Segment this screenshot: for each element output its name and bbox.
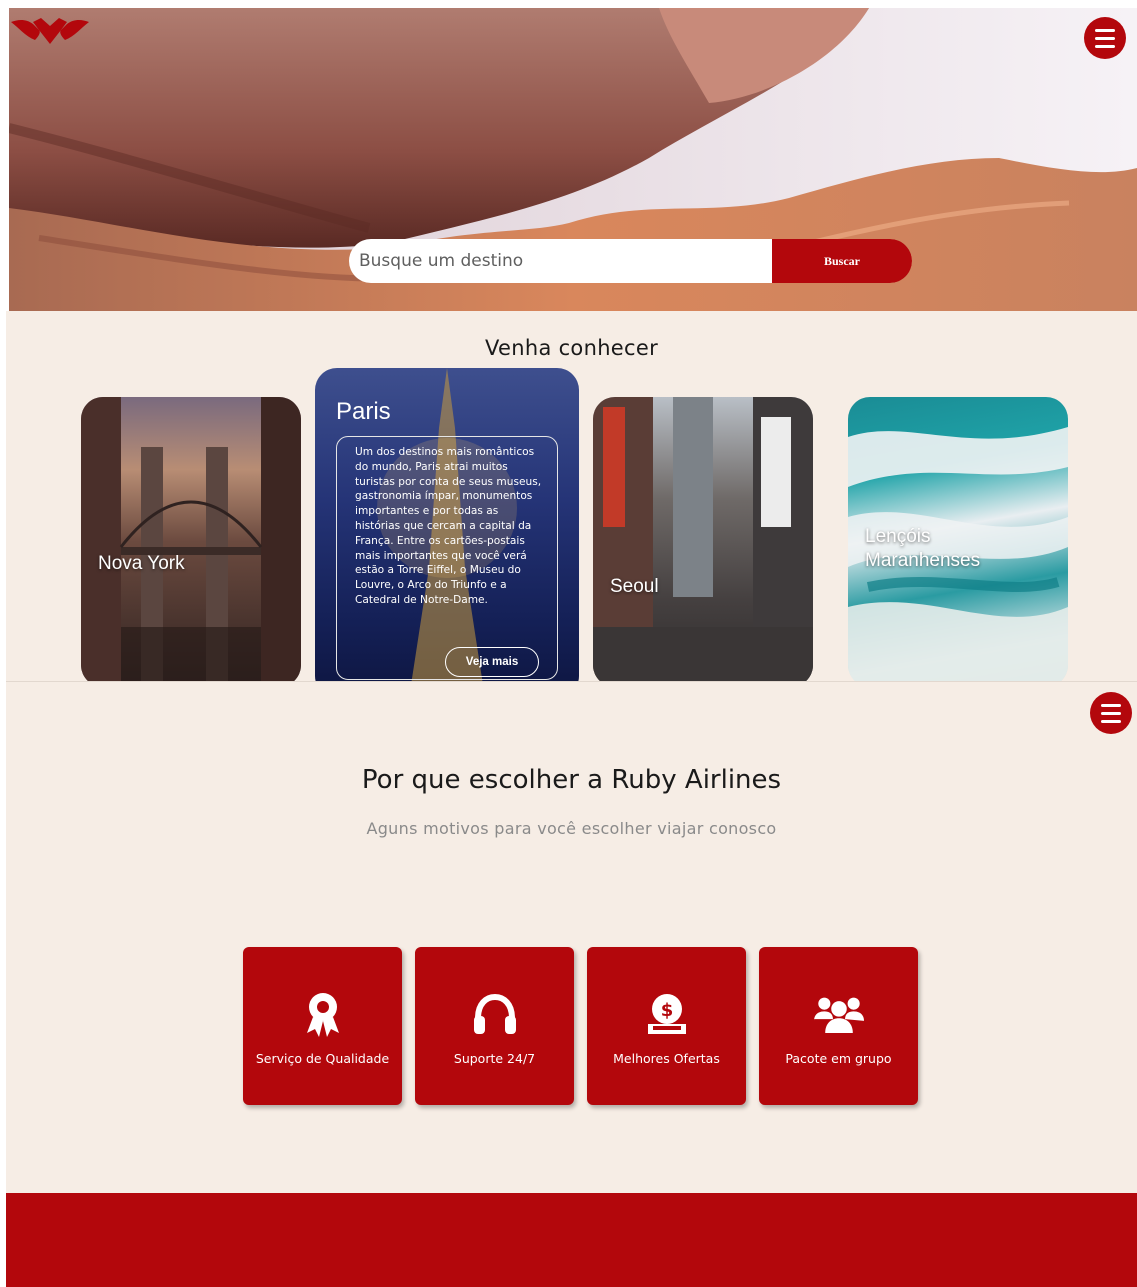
why-subtitle: Aguns motivos para você escolher viajar … bbox=[366, 819, 777, 838]
group-users-icon bbox=[813, 991, 864, 1037]
feature-card-qualidade[interactable]: Serviço de Qualidade bbox=[243, 947, 402, 1105]
hamburger-menu-icon[interactable] bbox=[1090, 692, 1132, 734]
feature-label: Serviço de Qualidade bbox=[255, 1051, 390, 1066]
hamburger-menu-icon[interactable] bbox=[1084, 17, 1126, 59]
seoul-image bbox=[593, 397, 813, 681]
destinations-title: Venha conhecer bbox=[484, 336, 659, 360]
destination-card-nova-york[interactable]: Nova York bbox=[81, 397, 301, 681]
search-button[interactable]: Buscar bbox=[772, 239, 912, 283]
feature-card-suporte[interactable]: Suporte 24/7 bbox=[415, 947, 574, 1105]
money-hand-icon: $ bbox=[642, 991, 692, 1037]
svg-text:$: $ bbox=[660, 1000, 673, 1021]
card-label-seoul: Seoul bbox=[610, 576, 659, 597]
why-title: Por que escolher a Ruby Airlines bbox=[361, 765, 782, 795]
ruby-wings-logo[interactable] bbox=[11, 14, 89, 54]
destination-card-paris[interactable]: Paris Um dos destinos mais românticos do… bbox=[315, 368, 579, 681]
card-label-nova-york: Nova York bbox=[98, 553, 185, 574]
nova-york-image bbox=[81, 397, 301, 681]
headphones-icon bbox=[470, 991, 520, 1037]
search-bar: Buscar bbox=[349, 239, 912, 283]
destination-card-seoul[interactable]: Seoul bbox=[593, 397, 813, 681]
feature-label: Suporte 24/7 bbox=[453, 1051, 536, 1066]
footer bbox=[6, 1193, 1137, 1287]
destination-card-lencois[interactable]: Lençóis Maranhenses bbox=[848, 397, 1068, 681]
destinations-section: Venha conhecer Nova York Paris Um dos de… bbox=[6, 311, 1137, 681]
paris-description: Um dos destinos mais românticos do mundo… bbox=[355, 446, 542, 606]
veja-mais-button[interactable]: Veja mais bbox=[445, 647, 539, 677]
feature-card-grupo[interactable]: Pacote em grupo bbox=[759, 947, 918, 1105]
card-title-paris: Paris bbox=[336, 398, 391, 425]
award-ribbon-icon bbox=[298, 991, 348, 1037]
feature-label: Pacote em grupo bbox=[785, 1051, 892, 1066]
paris-info-box: Um dos destinos mais românticos do mundo… bbox=[336, 436, 558, 680]
feature-label: Melhores Ofertas bbox=[613, 1051, 720, 1066]
search-input[interactable] bbox=[349, 239, 772, 283]
why-section: Por que escolher a Ruby Airlines Aguns m… bbox=[6, 681, 1137, 1193]
card-label-lencois: Lençóis Maranhenses bbox=[865, 526, 981, 571]
hero-banner: Buscar bbox=[9, 8, 1137, 311]
feature-card-ofertas[interactable]: $ Melhores Ofertas bbox=[587, 947, 746, 1105]
